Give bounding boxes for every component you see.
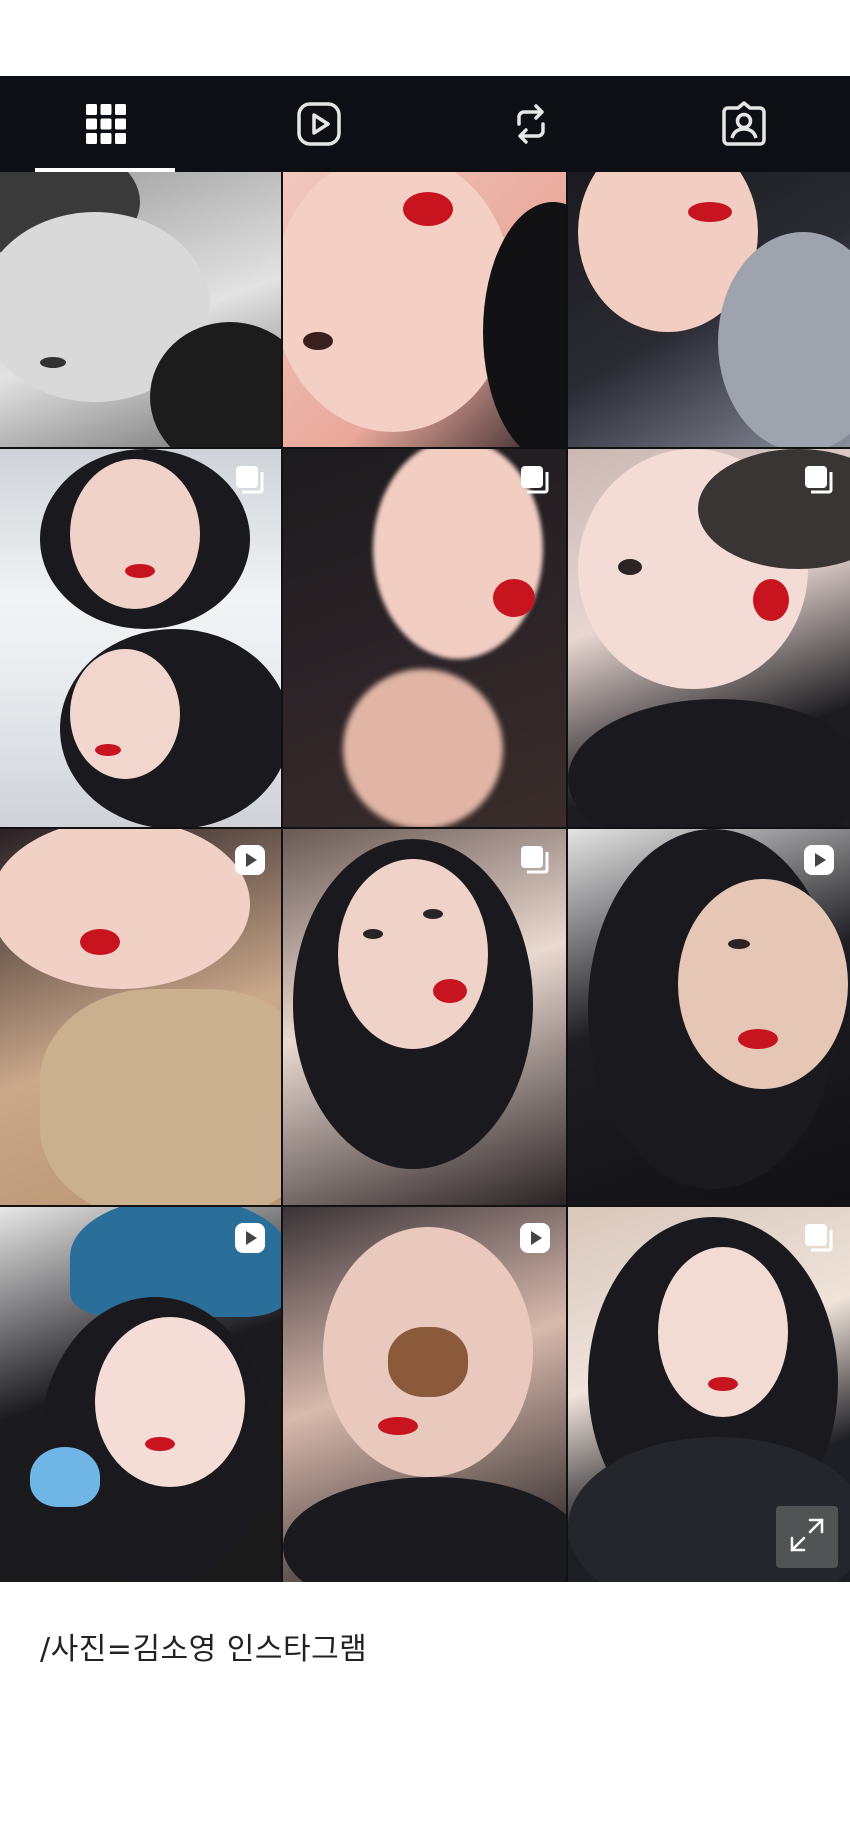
tab-tagged[interactable]	[638, 76, 850, 172]
repost-icon	[507, 100, 555, 148]
tab-reels[interactable]	[213, 76, 426, 172]
expand-image-button[interactable]	[776, 1506, 838, 1568]
post-thumbnail[interactable]	[0, 1207, 281, 1582]
tab-grid[interactable]	[0, 76, 213, 172]
photo-caption: /사진=김소영 인스타그램	[40, 1632, 368, 1667]
reel-icon	[233, 1221, 267, 1255]
post-thumbnail[interactable]	[283, 829, 566, 1205]
post-thumbnail[interactable]	[283, 172, 566, 447]
reel-icon	[233, 843, 267, 877]
post-thumbnail[interactable]	[0, 172, 281, 447]
reel-icon	[518, 1221, 552, 1255]
tagged-person-icon	[720, 100, 768, 148]
post-thumbnail[interactable]	[568, 449, 850, 827]
post-thumbnail[interactable]	[0, 449, 281, 827]
profile-tab-bar	[0, 76, 850, 172]
screenshot-page: /사진=김소영 인스타그램	[0, 0, 850, 1824]
carousel-icon	[518, 843, 552, 877]
post-thumbnail[interactable]	[568, 172, 850, 447]
carousel-icon	[518, 463, 552, 497]
post-grid	[0, 172, 850, 1582]
post-thumbnail[interactable]	[283, 1207, 566, 1582]
post-thumbnail[interactable]	[0, 829, 281, 1205]
post-thumbnail[interactable]	[568, 829, 850, 1205]
grid-icon	[85, 103, 127, 145]
tab-reposts[interactable]	[425, 76, 638, 172]
post-thumbnail[interactable]	[283, 449, 566, 827]
reel-icon	[802, 843, 836, 877]
reels-play-icon	[295, 100, 343, 148]
carousel-icon	[802, 463, 836, 497]
carousel-icon	[802, 1221, 836, 1255]
carousel-icon	[233, 463, 267, 497]
expand-icon	[788, 1516, 826, 1558]
